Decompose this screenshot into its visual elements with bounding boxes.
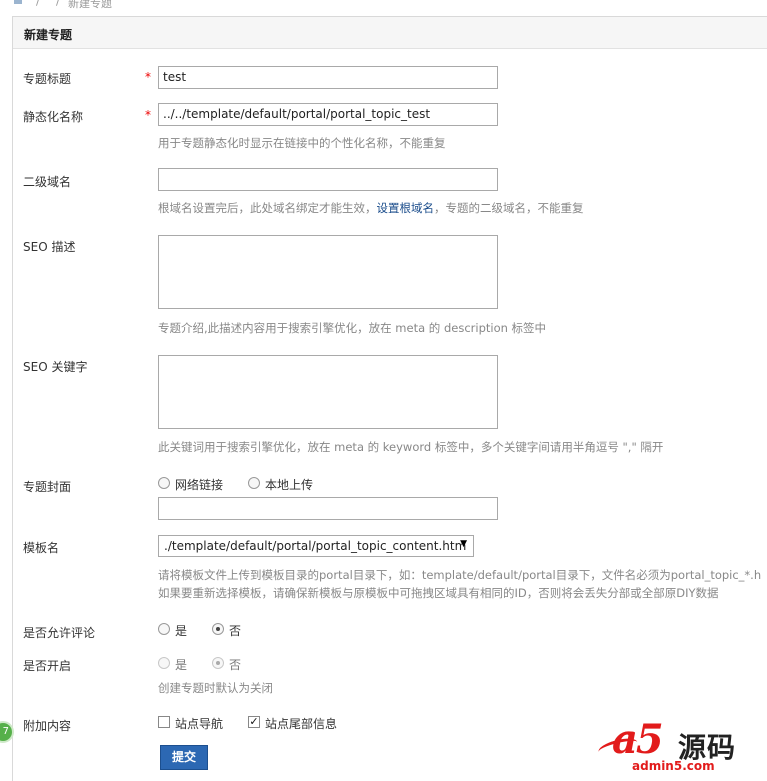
cover-link-option[interactable]: 网络链接: [175, 476, 223, 493]
breadcrumb: / / 新建专题: [0, 0, 767, 16]
extra-content-label: 附加内容: [23, 719, 72, 733]
subdomain-input[interactable]: [158, 168, 498, 191]
site-nav-option[interactable]: 站点导航: [175, 715, 223, 732]
enabled-hint: 创建专题时默认为关闭: [158, 681, 273, 695]
template-select[interactable]: ./template/default/portal/portal_topic_c…: [158, 535, 474, 557]
allow-comment-yes-option[interactable]: 是: [175, 622, 187, 639]
required-mark: *: [145, 108, 151, 122]
cover-upload-radio[interactable]: [248, 477, 260, 489]
home-icon[interactable]: [12, 0, 24, 4]
required-mark: *: [145, 70, 151, 84]
enabled-label: 是否开启: [23, 659, 72, 673]
breadcrumb-separator: /: [36, 0, 40, 8]
template-select-value: ./template/default/portal/portal_topic_c…: [164, 539, 467, 553]
allow-comment-no-option[interactable]: 否: [229, 622, 241, 639]
title-input[interactable]: test: [158, 66, 498, 89]
seo-description-hint: 专题介绍,此描述内容用于搜索引擎优化，放在 meta 的 description…: [158, 321, 547, 335]
logo-domain: admin5.com: [632, 759, 715, 773]
site-footer-option[interactable]: 站点尾部信息: [265, 715, 337, 732]
submit-button[interactable]: 提交: [160, 745, 208, 770]
enabled-no-radio[interactable]: [212, 657, 224, 669]
allow-comment-yes-radio[interactable]: [158, 623, 170, 635]
logo-mark: a5: [612, 716, 664, 763]
static-name-input[interactable]: ../../template/default/portal/portal_top…: [158, 103, 498, 126]
title-label: 专题标题: [23, 72, 72, 86]
seo-description-label: SEO 描述: [23, 240, 76, 254]
template-hint-2: 如果要重新选择模板，请确保新模板与原模板中可拖拽区域具有相同的ID，否则将会丢失…: [158, 586, 719, 600]
static-name-hint: 用于专题静态化时显示在链接中的个性化名称，不能重复: [158, 136, 446, 150]
cover-link-radio[interactable]: [158, 477, 170, 489]
template-hint-1: 请将模板文件上传到模板目录的portal目录下，如：template/defau…: [158, 568, 762, 582]
site-nav-checkbox[interactable]: [158, 716, 170, 728]
static-name-label: 静态化名称: [23, 110, 84, 124]
panel-title: 新建专题: [13, 17, 767, 49]
breadcrumb-separator: /: [56, 0, 60, 8]
set-root-domain-link[interactable]: 设置根域名: [377, 201, 435, 215]
cover-upload-option[interactable]: 本地上传: [265, 476, 313, 493]
template-label: 模板名: [23, 541, 60, 555]
enabled-yes-radio[interactable]: [158, 657, 170, 669]
a5-watermark-logo: a5 源码 admin5.com: [596, 716, 748, 778]
allow-comment-label: 是否允许评论: [23, 626, 96, 640]
seo-keywords-textarea[interactable]: [158, 355, 498, 429]
seo-description-textarea[interactable]: [158, 235, 498, 309]
allow-comment-no-radio[interactable]: [212, 623, 224, 635]
enabled-yes-option[interactable]: 是: [175, 656, 187, 673]
select-arrow-icon: ▼: [460, 539, 467, 549]
cover-input[interactable]: [158, 497, 498, 520]
subdomain-hint: 根域名设置完后，此处域名绑定才能生效，设置根域名，专题的二级域名，不能重复: [158, 201, 584, 215]
enabled-no-option[interactable]: 否: [229, 656, 241, 673]
site-footer-checkbox[interactable]: ✓: [248, 716, 260, 728]
subdomain-label: 二级域名: [23, 175, 72, 189]
breadcrumb-current: 新建专题: [68, 0, 112, 10]
seo-keywords-hint: 此关键词用于搜索引擎优化，放在 meta 的 keyword 标签中，多个关键字…: [158, 440, 664, 454]
seo-keywords-label: SEO 关键字: [23, 360, 88, 374]
cover-label: 专题封面: [23, 480, 72, 494]
